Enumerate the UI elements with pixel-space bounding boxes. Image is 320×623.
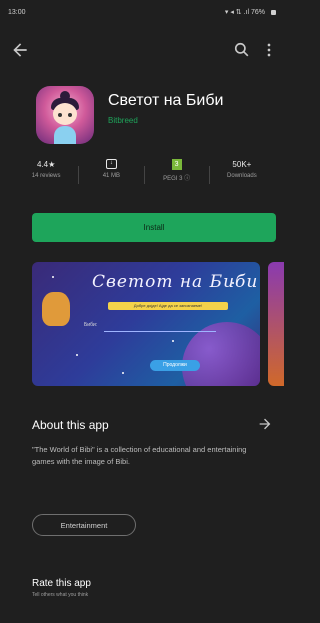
rating-value: 4.4★ bbox=[36, 159, 56, 169]
downloads-stat: 50K+ Downloads bbox=[210, 158, 274, 180]
app-title: Светот на Биби bbox=[108, 92, 224, 109]
status-time: 13:00 bbox=[8, 8, 26, 16]
about-description: "The World of Bibi" is a collection of e… bbox=[32, 445, 247, 466]
status-icons: ▾ ◂ ⇅ .ıl 76% bbox=[224, 9, 265, 16]
screenshot-name-field bbox=[104, 318, 216, 332]
download-size-icon: ↓ bbox=[105, 159, 117, 169]
developer-link[interactable]: Bitbreed bbox=[108, 116, 138, 125]
battery-icon bbox=[271, 9, 276, 15]
screenshot-continue-button: Продолжи bbox=[150, 360, 200, 371]
screenshot-heading: Светот на Биби bbox=[92, 272, 259, 292]
character-graphic bbox=[42, 292, 70, 326]
install-button[interactable]: Install bbox=[32, 213, 276, 242]
arrow-right-icon[interactable] bbox=[256, 416, 274, 432]
more-options-icon[interactable] bbox=[262, 40, 276, 60]
screenshot-name-label: Биби: bbox=[84, 322, 98, 328]
about-title[interactable]: About this app bbox=[32, 418, 109, 432]
content-rating-stat[interactable]: 3 PEGI 3 ⓘ bbox=[145, 158, 209, 182]
downloads-label: Downloads bbox=[227, 173, 257, 179]
back-arrow-icon[interactable] bbox=[10, 40, 30, 60]
reviews-count: 14 reviews bbox=[31, 173, 61, 179]
app-icon bbox=[36, 86, 94, 144]
status-bar: 13:00 ▾ ◂ ⇅ .ıl 76% bbox=[0, 0, 284, 24]
rate-title: Rate this app bbox=[32, 578, 91, 589]
size-stat: ↓ 41 MB bbox=[79, 158, 143, 179]
top-app-bar bbox=[0, 30, 284, 70]
screenshot-2[interactable] bbox=[268, 262, 284, 386]
size-value: 41 MB bbox=[102, 173, 121, 179]
category-chip[interactable]: Entertainment bbox=[32, 514, 136, 536]
rate-subtitle: Tell others what you think bbox=[32, 592, 89, 598]
search-icon[interactable] bbox=[232, 40, 252, 60]
downloads-value: 50K+ bbox=[232, 159, 252, 169]
rating-stat[interactable]: 4.4★ 14 reviews bbox=[14, 158, 78, 180]
screenshot-1[interactable]: Светот на Биби Добре дојде! Ајде да се з… bbox=[32, 262, 260, 386]
screenshot-subtitle: Добре дојде! Ајде да се запознаеме! bbox=[108, 302, 228, 310]
pegi-icon: 3 bbox=[171, 158, 182, 170]
content-rating-label: PEGI 3 ⓘ bbox=[163, 176, 191, 182]
app-stats-row: 4.4★ 14 reviews ↓ 41 MB 3 PEGI 3 ⓘ 50K+ … bbox=[14, 158, 274, 194]
